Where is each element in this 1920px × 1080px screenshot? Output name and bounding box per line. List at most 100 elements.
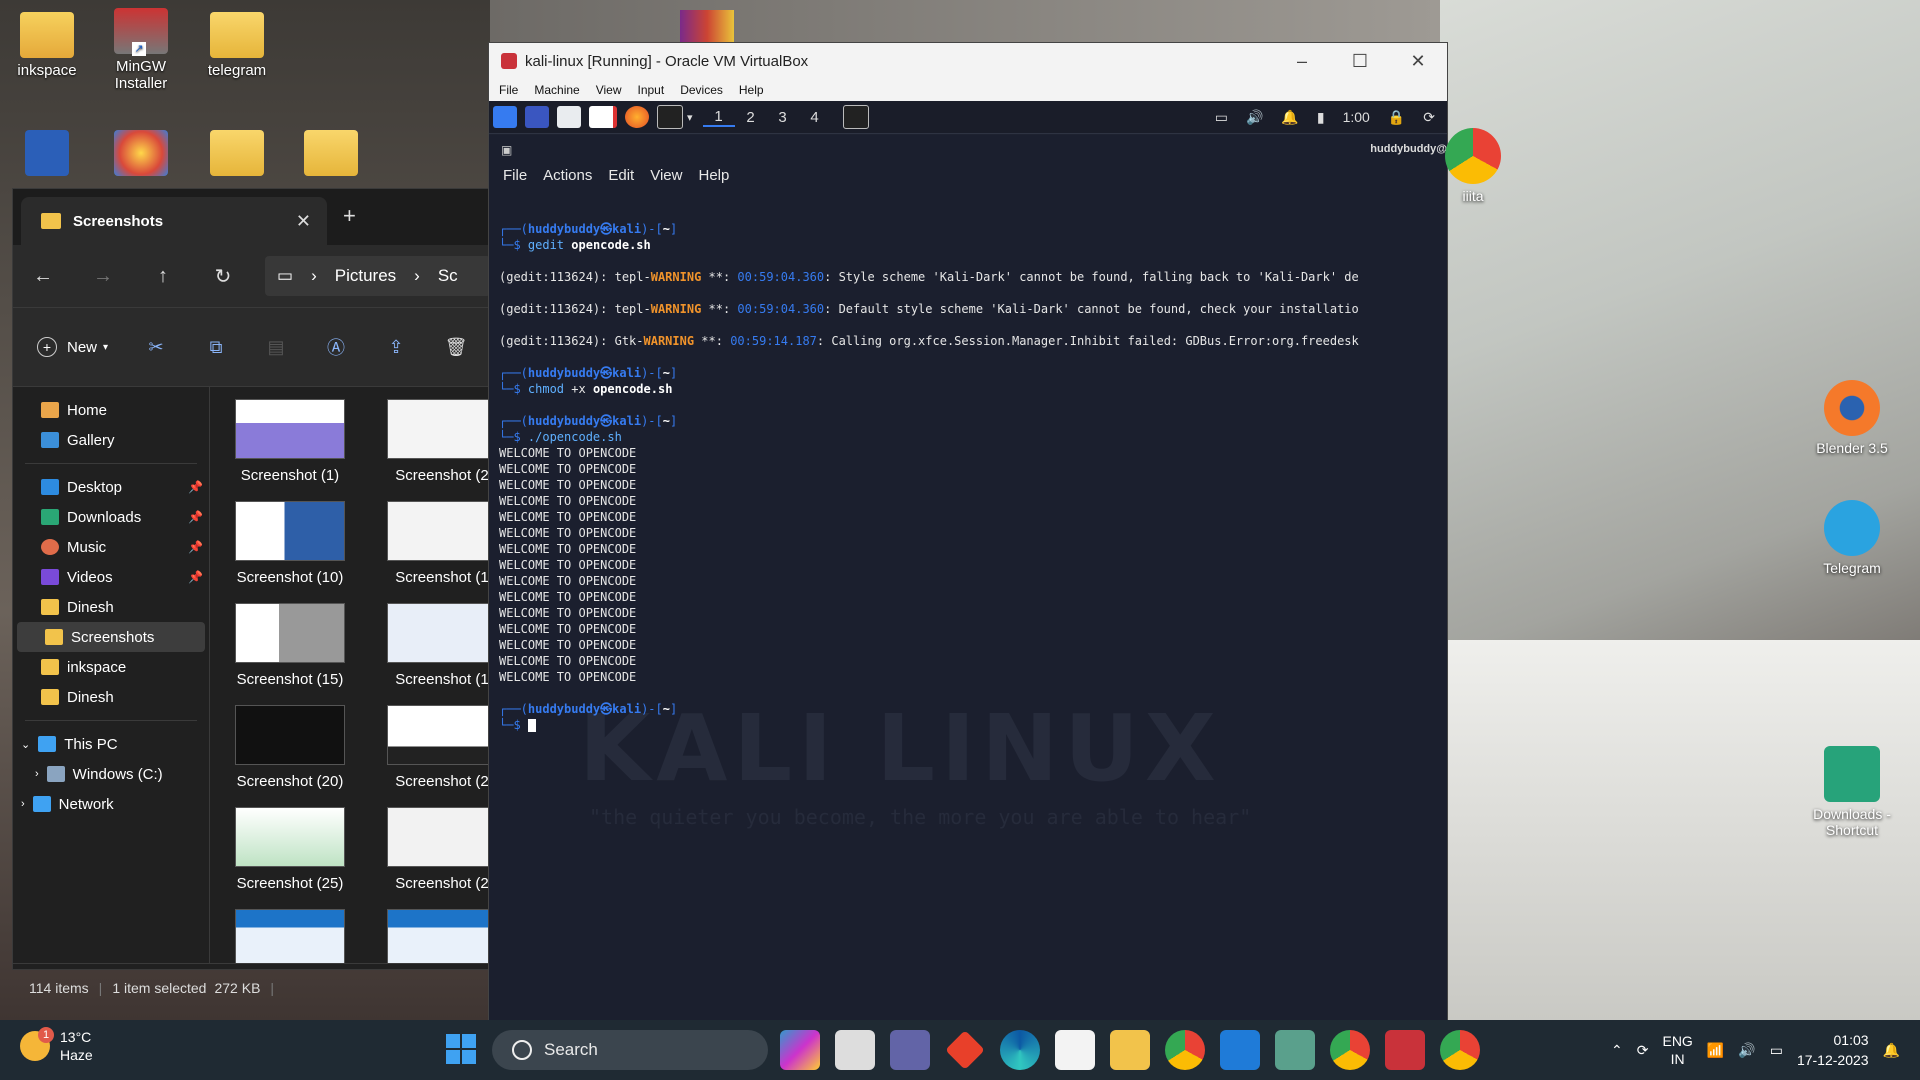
firefox-icon[interactable] <box>625 106 649 128</box>
refresh-icon[interactable]: ↻ <box>193 264 253 289</box>
term-menu-actions[interactable]: Actions <box>543 167 592 184</box>
file-thumbnail[interactable] <box>220 909 360 963</box>
workspace-4[interactable]: 4 <box>799 109 831 126</box>
menu-input[interactable]: Input <box>638 83 665 97</box>
desktop-icon-telegram[interactable]: Telegram <box>1797 500 1907 576</box>
clock[interactable]: 01:03 17-12-2023 <box>1797 1030 1869 1070</box>
wifi-icon[interactable]: 📶 <box>1707 1042 1724 1059</box>
text-editor-icon[interactable] <box>589 106 617 128</box>
address-bar[interactable]: ▭ › Pictures › Sc <box>265 256 491 296</box>
chrome-icon[interactable] <box>1165 1030 1205 1070</box>
edge-icon[interactable] <box>1000 1030 1040 1070</box>
sidebar-item-desktop[interactable]: Desktop 📌 <box>13 472 209 502</box>
taskbar-search[interactable]: Search <box>492 1030 768 1070</box>
desktop-icon-folder-2[interactable] <box>190 130 284 180</box>
close-icon[interactable]: ✕ <box>1389 51 1447 72</box>
kali-menu-icon[interactable] <box>493 106 517 128</box>
teams-icon[interactable] <box>890 1030 930 1070</box>
file-thumbnail[interactable]: Screenshot (20) <box>220 705 360 790</box>
copy-icon[interactable]: ⧉ <box>186 337 246 358</box>
winrar-icon[interactable] <box>680 10 734 44</box>
chevron-down-icon[interactable]: ▾ <box>687 111 693 124</box>
workspace-3[interactable]: 3 <box>767 109 799 126</box>
desktop-icon-word[interactable] <box>0 130 94 180</box>
menu-devices[interactable]: Devices <box>680 83 723 97</box>
volume-icon[interactable]: 🔊 <box>1738 1042 1755 1059</box>
chrome-profile-2-icon[interactable] <box>1440 1030 1480 1070</box>
menu-file[interactable]: File <box>499 83 518 97</box>
chevron-right-icon[interactable]: › <box>21 798 25 810</box>
sidebar-item-inkspace[interactable]: inkspace <box>13 652 209 682</box>
term-menu-view[interactable]: View <box>650 167 682 184</box>
copilot-icon[interactable] <box>780 1030 820 1070</box>
terminal-icon[interactable] <box>657 105 683 129</box>
terminal-window-icon[interactable] <box>842 105 869 129</box>
term-menu-file[interactable]: File <box>503 167 527 184</box>
file-thumbnail[interactable]: Screenshot (1 <box>372 501 491 586</box>
file-thumbnail[interactable]: Screenshot (1 <box>372 603 491 688</box>
sidebar-item-dinesh-2[interactable]: Dinesh <box>13 682 209 712</box>
store-icon[interactable] <box>1055 1030 1095 1070</box>
battery-icon[interactable]: ▮ <box>1317 109 1325 126</box>
desktop-icon-telegram-folder[interactable]: telegram <box>190 12 284 79</box>
file-thumbnail[interactable]: Screenshot (15) <box>220 603 360 688</box>
sidebar-item-windows-c[interactable]: › Windows (C:) <box>13 759 209 789</box>
new-tab-icon[interactable]: + <box>343 203 356 229</box>
desktop-icon-inkspace[interactable]: inkspace <box>0 12 94 79</box>
forward-arrow-icon[interactable]: → <box>73 265 133 288</box>
up-arrow-icon[interactable]: ↑ <box>133 265 193 288</box>
desktop-icon-chrome-profile[interactable]: iiita <box>1418 128 1528 204</box>
file-explorer-icon[interactable] <box>1110 1030 1150 1070</box>
close-tab-icon[interactable]: ✕ <box>296 211 311 232</box>
menu-machine[interactable]: Machine <box>534 83 579 97</box>
menu-help[interactable]: Help <box>739 83 764 97</box>
pin-icon[interactable]: 📌 <box>188 570 203 584</box>
sidebar-item-home[interactable]: Home <box>13 395 209 425</box>
file-thumbnail[interactable]: Screenshot (1) <box>220 399 360 484</box>
file-thumbnail[interactable]: Screenshot (25) <box>220 807 360 892</box>
chevron-up-icon[interactable]: ⌃ <box>1611 1042 1623 1059</box>
desktop-icon-folder-3[interactable] <box>284 130 378 180</box>
power-icon[interactable]: ⟳ <box>1423 109 1435 126</box>
menu-view[interactable]: View <box>596 83 622 97</box>
paste-icon[interactable]: ▤ <box>246 337 306 358</box>
chevron-down-icon[interactable]: ⌄ <box>21 738 30 751</box>
sidebar-item-dinesh[interactable]: Dinesh <box>13 592 209 622</box>
minimize-icon[interactable]: – <box>1273 51 1331 72</box>
desktop-icon-mingw[interactable]: ↗ MinGW Installer <box>94 8 188 92</box>
sync-icon[interactable]: ⟳ <box>1637 1042 1649 1059</box>
share-icon[interactable]: ⇪ <box>366 337 426 358</box>
delete-icon[interactable]: 🗑 <box>426 337 486 358</box>
app-diamond-icon[interactable] <box>945 1030 985 1070</box>
workspace-2[interactable]: 2 <box>735 109 767 126</box>
term-menu-help[interactable]: Help <box>698 167 729 184</box>
breadcrumb-screenshots[interactable]: Sc <box>438 266 458 286</box>
file-thumbnail[interactable]: Screenshot (2 <box>372 807 491 892</box>
pin-icon[interactable]: 📌 <box>188 480 203 494</box>
sidebar-item-downloads[interactable]: Downloads 📌 <box>13 502 209 532</box>
workspace-1[interactable]: 1 <box>702 108 735 127</box>
sidebar-item-this-pc[interactable]: ⌄ This PC <box>13 729 209 759</box>
language-indicator[interactable]: ENG IN <box>1662 1032 1692 1068</box>
chevron-right-icon[interactable]: › <box>35 768 39 780</box>
new-button[interactable]: + New ▾ <box>37 337 108 357</box>
start-button[interactable] <box>446 1034 476 1064</box>
chrome-profile-icon[interactable] <box>1330 1030 1370 1070</box>
show-desktop-icon[interactable] <box>525 106 549 128</box>
battery-icon[interactable]: ▭ <box>1770 1042 1783 1059</box>
sidebar-item-network[interactable]: › Network <box>13 789 209 819</box>
file-manager-icon[interactable] <box>557 106 581 128</box>
breadcrumb-pictures[interactable]: Pictures <box>335 266 396 286</box>
sidebar-item-videos[interactable]: Videos 📌 <box>13 562 209 592</box>
desktop-icon-star[interactable] <box>94 130 188 180</box>
display-icon[interactable]: ▭ <box>1215 109 1228 126</box>
file-thumbnail[interactable]: Screenshot (2 <box>372 705 491 790</box>
maximize-icon[interactable]: ☐ <box>1331 51 1389 72</box>
notification-icon[interactable]: 🔔 <box>1281 109 1298 126</box>
notification-bell-icon[interactable]: 🔔 <box>1883 1042 1900 1059</box>
pin-icon[interactable]: 📌 <box>188 510 203 524</box>
panel-clock[interactable]: 1:00 <box>1343 109 1370 125</box>
virtualbox-icon[interactable] <box>1385 1030 1425 1070</box>
back-arrow-icon[interactable]: ← <box>13 265 73 288</box>
volume-icon[interactable]: 🔊 <box>1246 109 1263 126</box>
